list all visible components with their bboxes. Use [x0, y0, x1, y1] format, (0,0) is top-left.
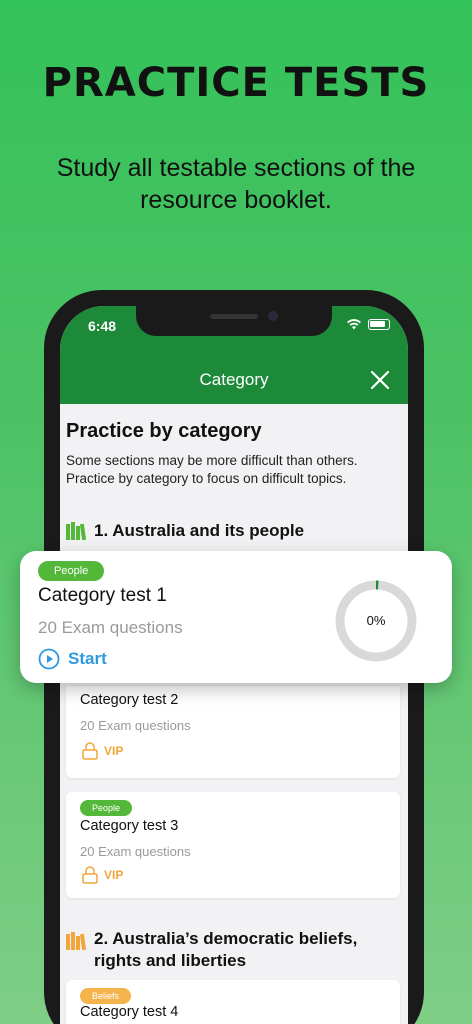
- vip-badge: VIP: [82, 742, 123, 760]
- close-icon[interactable]: [368, 368, 392, 392]
- section-description: Some sections may be more difficult than…: [66, 453, 358, 486]
- section-heading: Practice by category: [66, 420, 262, 442]
- category-title[interactable]: 2. Australia’s democratic beliefs, right…: [66, 928, 396, 972]
- nav-title: Category: [199, 370, 269, 389]
- vip-label: VIP: [104, 868, 124, 882]
- start-label: Start: [68, 649, 107, 668]
- featured-test-card[interactable]: People Category test 1 20 Exam questions…: [20, 551, 452, 683]
- status-icons: [346, 318, 390, 330]
- test-card[interactable]: Beliefs Category test 4: [66, 980, 400, 1024]
- vip-label: VIP: [104, 744, 124, 758]
- tag-pill: Beliefs: [80, 988, 132, 1004]
- play-circle-icon: [38, 648, 60, 670]
- wifi-icon: [347, 319, 361, 330]
- test-title: Category test 2: [80, 692, 179, 708]
- progress-label: 0%: [366, 613, 386, 628]
- test-questions: 20 Exam questions: [38, 618, 183, 637]
- speaker: [210, 314, 258, 319]
- category-title-text: 2. Australia’s democratic beliefs, right…: [94, 929, 358, 970]
- test-card[interactable]: People Category test 3 20 Exam questions…: [66, 792, 400, 898]
- books-icon: [66, 522, 86, 540]
- notch: [136, 306, 332, 336]
- promo-subtitle: Study all testable sections of the resou…: [56, 154, 416, 214]
- status-time: 6:48: [88, 318, 117, 334]
- start-button[interactable]: Start: [38, 648, 107, 670]
- category-title[interactable]: 1. Australia and its people: [66, 520, 396, 542]
- nav-bar: Category: [60, 356, 408, 404]
- test-title: Category test 4: [80, 1004, 179, 1020]
- lock-icon: [82, 866, 98, 884]
- vip-badge: VIP: [82, 866, 123, 884]
- test-title: Category test 1: [38, 585, 167, 606]
- battery-icon: [368, 318, 390, 330]
- books-icon: [66, 932, 86, 950]
- lock-icon: [82, 742, 98, 760]
- tag-pill: People: [38, 561, 105, 581]
- promo-title: PRACTICE TESTS: [42, 60, 430, 106]
- tag-pill: People: [80, 800, 133, 816]
- camera: [268, 311, 278, 321]
- test-questions: 20 Exam questions: [80, 718, 191, 733]
- test-card[interactable]: Category test 2 20 Exam questions VIP: [66, 686, 400, 778]
- category-title-text: 1. Australia and its people: [94, 521, 305, 540]
- test-title: Category test 3: [80, 818, 179, 834]
- test-questions: 20 Exam questions: [80, 844, 191, 859]
